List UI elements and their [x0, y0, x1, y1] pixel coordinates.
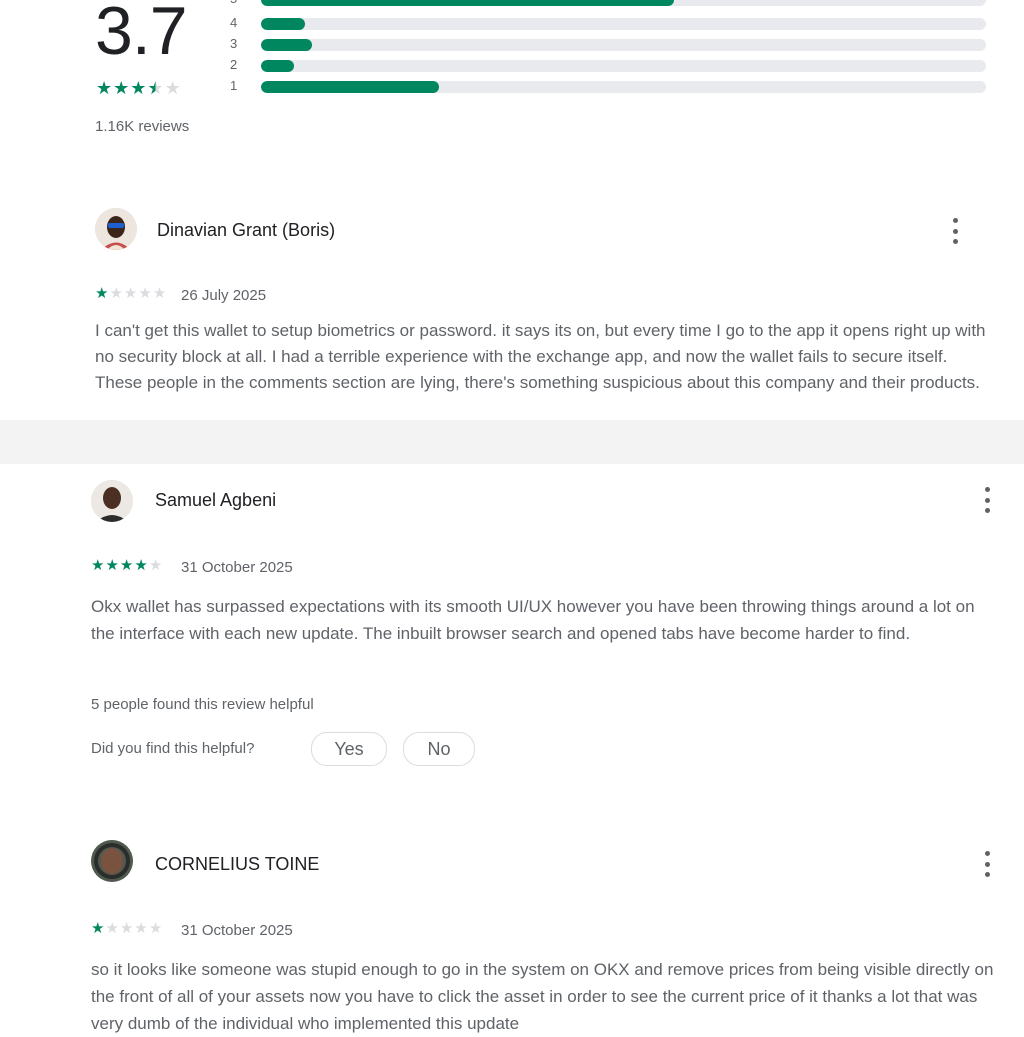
- review-text: so it looks like someone was stupid enou…: [91, 960, 994, 1033]
- helpful-yes-button[interactable]: Yes: [311, 732, 387, 766]
- star-icon: ★: [134, 557, 148, 574]
- star-icon: ★: [91, 557, 105, 574]
- section-divider: [0, 420, 1024, 464]
- review-date: 31 October 2025: [181, 922, 293, 939]
- review-card: CORNELIUS TOINE ★ ★ ★ ★ ★ 31 October 2025 so…: [12, 834, 1024, 1033]
- more-vert-icon: [984, 851, 990, 856]
- reviewer-avatar: [95, 208, 137, 250]
- star-icon: ★: [152, 285, 167, 302]
- more-vert-icon: [952, 218, 958, 223]
- review-date: 26 July 2025: [181, 287, 267, 304]
- review-text: I can't get this wallet to setup biometr…: [95, 321, 986, 392]
- more-options-button[interactable]: [977, 487, 997, 513]
- helpful-question: Did you find this helpful?: [91, 740, 255, 757]
- review-card: Dinavian Grant (Boris) ★ ★ ★ ★ ★ 26 July 202…: [0, 0, 1024, 420]
- more-options-button[interactable]: [977, 851, 997, 877]
- review-card: Samuel Agbeni ★ ★ ★ ★ ★ 31 October 2025 Okx …: [12, 464, 1024, 794]
- review-star-rating: ★ ★ ★ ★ ★: [91, 921, 162, 937]
- reviewer-name: Dinavian Grant (Boris): [157, 220, 336, 240]
- star-icon: ★: [148, 920, 163, 937]
- reviewer-name: CORNELIUS TOINE: [155, 854, 320, 874]
- review-date: 31 October 2025: [181, 559, 293, 576]
- star-icon: ★: [148, 557, 163, 574]
- star-icon: ★: [105, 920, 119, 937]
- star-icon: ★: [119, 557, 134, 574]
- star-icon: ★: [109, 285, 123, 302]
- star-icon: ★: [134, 920, 148, 937]
- more-options-button[interactable]: [945, 218, 965, 244]
- reviewer-avatar: [91, 480, 133, 522]
- review-star-rating: ★ ★ ★ ★ ★: [95, 286, 166, 302]
- helpful-count: 5 people found this review helpful: [91, 696, 314, 713]
- star-icon: ★: [138, 285, 152, 302]
- star-icon: ★: [95, 285, 109, 302]
- star-icon: ★: [123, 285, 138, 302]
- reviewer-avatar: [91, 840, 133, 882]
- more-vert-icon: [984, 487, 990, 492]
- review-star-rating: ★ ★ ★ ★ ★: [91, 558, 162, 574]
- reviews-list: Samuel Agbeni ★ ★ ★ ★ ★ 31 October 2025 Okx …: [12, 464, 1024, 1033]
- rating-summary-section: 3.7 ★★★★★ 1.16K reviews 54321 Dinavian G…: [0, 0, 1024, 420]
- helpful-no-button[interactable]: No: [403, 732, 475, 766]
- reviewer-name: Samuel Agbeni: [155, 490, 277, 510]
- review-text: Okx wallet has surpassed expectations wi…: [91, 597, 975, 643]
- star-icon: ★: [105, 557, 119, 574]
- star-icon: ★: [91, 920, 105, 937]
- star-icon: ★: [119, 920, 134, 937]
